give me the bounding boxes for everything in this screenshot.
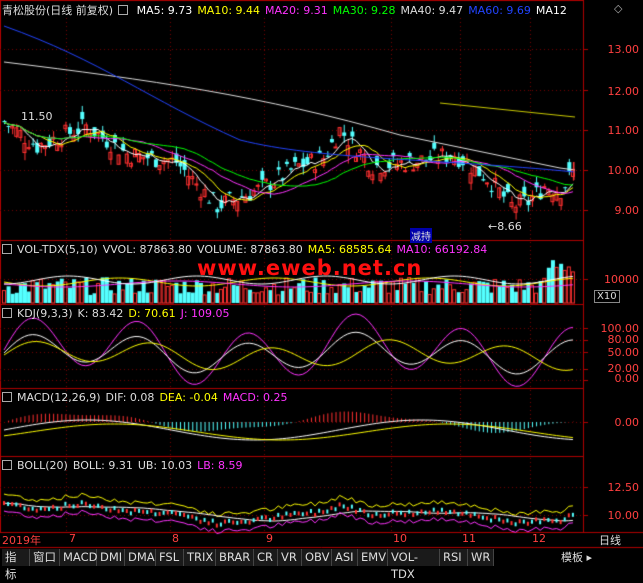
price-axis-tick: 11.00 bbox=[607, 124, 640, 137]
boll-legend-item: BOLL(20) bbox=[17, 459, 68, 472]
high-price-label: 11.50 bbox=[21, 110, 53, 123]
tab-wr[interactable]: WR bbox=[468, 549, 494, 566]
boll-legend-item: UB: 10.03 bbox=[137, 459, 193, 472]
date-axis-label: 9 bbox=[266, 532, 273, 545]
ma-legend-item: MA10: 9.44 bbox=[197, 4, 261, 17]
tab-macd[interactable]: MACD bbox=[60, 549, 97, 566]
ma-legend: MA5: 9.73 MA10: 9.44 MA20: 9.31 MA30: 9.28 M… bbox=[137, 4, 572, 17]
diamond-icon[interactable]: ◇ bbox=[614, 2, 622, 15]
vol-unit-label: X10 bbox=[594, 290, 620, 303]
tab-emv[interactable]: EMV bbox=[358, 549, 388, 566]
tab-asi[interactable]: ASI bbox=[332, 549, 358, 566]
period-label: 日线 bbox=[599, 534, 621, 547]
date-axis-label: 7 bbox=[69, 532, 76, 545]
collapse-icon[interactable] bbox=[118, 5, 129, 15]
stock-title: 青松股份(日线 前复权) bbox=[2, 4, 114, 17]
tab-窗口[interactable]: 窗口 bbox=[30, 549, 60, 566]
kdj-legend-item: KDJ(9,3,3) bbox=[17, 307, 73, 320]
vol-legend-item: VOL-TDX(5,10) bbox=[17, 243, 98, 256]
kdj-legend-item: J: 109.05 bbox=[180, 307, 230, 320]
kdj-axis-tick: 0.00 bbox=[614, 372, 640, 385]
ma-legend-item: MA20: 9.31 bbox=[265, 4, 328, 17]
ma-legend-item: MA12 bbox=[535, 4, 567, 17]
chart-canvas[interactable] bbox=[0, 0, 643, 568]
event-marker[interactable]: 减持 bbox=[410, 228, 432, 243]
template-button[interactable]: 模板 ▸ bbox=[561, 549, 592, 566]
watermark: www.eweb.net.cn bbox=[197, 256, 423, 280]
date-axis-label: 10 bbox=[393, 532, 407, 545]
vol-legend-item: MA10: 66192.84 bbox=[396, 243, 488, 256]
ma-legend-item: MA30: 9.28 bbox=[332, 4, 396, 17]
tab-fsl[interactable]: FSL bbox=[156, 549, 184, 566]
tab-rsi[interactable]: RSI bbox=[440, 549, 468, 566]
date-axis-label: 8 bbox=[172, 532, 179, 545]
tab-vr[interactable]: VR bbox=[278, 549, 302, 566]
vol-header: VOL-TDX(5,10) VVOL: 87863.80 VOLUME: 87863… bbox=[2, 243, 497, 256]
date-axis-label: 2019年 bbox=[2, 534, 41, 547]
macd-header: MACD(12,26,9) DIF: 0.08 DEA: -0.04 MACD: 0.… bbox=[2, 391, 298, 404]
main-header: 青松股份(日线 前复权) MA5: 9.73 MA10: 9.44 MA20: 9.… bbox=[2, 2, 577, 18]
collapse-icon[interactable] bbox=[2, 244, 12, 254]
date-axis-label: 12 bbox=[532, 532, 546, 545]
kdj-legend-item: K: 83.42 bbox=[77, 307, 124, 320]
vol-legend-item: VVOL: 87863.80 bbox=[102, 243, 193, 256]
price-axis-tick: 13.00 bbox=[607, 43, 640, 56]
tab-指标[interactable]: 指标 bbox=[2, 549, 30, 581]
tab-obv[interactable]: OBV bbox=[302, 549, 332, 566]
ma-legend-item: MA5: 9.73 bbox=[136, 4, 193, 17]
price-axis-tick: 12.00 bbox=[607, 85, 640, 98]
kdj-legend-item: D: 70.61 bbox=[128, 307, 176, 320]
date-axis-label: 11 bbox=[462, 532, 476, 545]
tab-cr[interactable]: CR bbox=[254, 549, 278, 566]
kdj-header: KDJ(9,3,3) K: 83.42 D: 70.61 J: 109.05 bbox=[2, 307, 240, 320]
vol-legend-item: VOLUME: 87863.80 bbox=[197, 243, 303, 256]
boll-axis-tick: 10.00 bbox=[607, 509, 640, 522]
price-axis-tick: 10.00 bbox=[607, 164, 640, 177]
collapse-icon[interactable] bbox=[2, 392, 12, 402]
boll-axis-tick: 12.50 bbox=[607, 481, 640, 494]
macd-legend-item: DEA: -0.04 bbox=[159, 391, 218, 404]
tab-brar[interactable]: BRAR bbox=[216, 549, 254, 566]
macd-legend-item: MACD(12,26,9) bbox=[17, 391, 101, 404]
collapse-icon[interactable] bbox=[2, 308, 12, 318]
macd-legend-item: MACD: 0.25 bbox=[222, 391, 288, 404]
price-axis-tick: 9.00 bbox=[614, 204, 640, 217]
ma-legend-item: MA60: 9.69 bbox=[468, 4, 531, 17]
low-price-label: ←8.66 bbox=[488, 220, 522, 233]
macd-axis-tick: 0.00 bbox=[614, 416, 640, 429]
tab-dmi[interactable]: DMI bbox=[97, 549, 125, 566]
kdj-axis-tick: 50.00 bbox=[607, 346, 640, 359]
macd-legend-item: DIF: 0.08 bbox=[105, 391, 155, 404]
vol-axis-tick: 10000 bbox=[604, 273, 639, 286]
tab-trix[interactable]: TRIX bbox=[184, 549, 216, 566]
collapse-icon[interactable] bbox=[2, 460, 12, 470]
boll-legend-item: BOLL: 9.31 bbox=[72, 459, 133, 472]
boll-legend-item: LB: 8.59 bbox=[197, 459, 243, 472]
tab-dma[interactable]: DMA bbox=[125, 549, 156, 566]
vol-legend-item: MA5: 68585.64 bbox=[307, 243, 392, 256]
kdj-axis-tick: 80.00 bbox=[607, 333, 640, 346]
tab-vol-tdx[interactable]: VOL-TDX bbox=[388, 549, 440, 581]
ma-legend-item: MA40: 9.47 bbox=[400, 4, 464, 17]
boll-header: BOLL(20) BOLL: 9.31 UB: 10.03 LB: 8.59 bbox=[2, 459, 253, 472]
